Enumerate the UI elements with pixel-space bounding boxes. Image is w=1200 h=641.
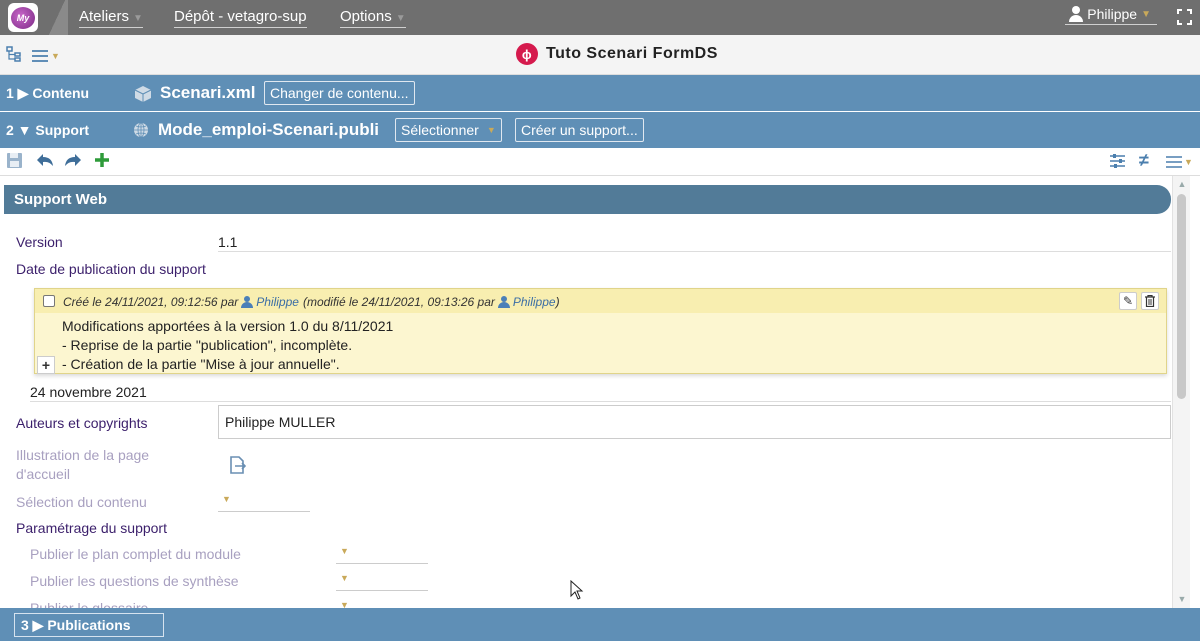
- comment-box: Créé le 24/11/2021, 09:12:56 par Philipp…: [34, 288, 1167, 374]
- content-scrollbar[interactable]: ▲ ▼: [1172, 176, 1190, 608]
- modified-by[interactable]: Philippe: [513, 295, 556, 309]
- modified-text: (modifié le 24/11/2021, 09:13:26 par: [302, 295, 495, 309]
- created-by[interactable]: Philippe: [256, 295, 299, 309]
- date-value[interactable]: 24 novembre 2021: [30, 384, 147, 400]
- section-header: Support Web: [4, 185, 1171, 214]
- page-title-text: Tuto Scenari FormDS: [546, 45, 718, 62]
- page-title: ϕ Tuto Scenari FormDS: [516, 43, 718, 65]
- illustration-label: Illustration de la page d'accueil: [16, 447, 150, 482]
- tree-view-icon[interactable]: [6, 46, 22, 65]
- top-bar: My Ateliers ▼ Dépôt - vetagro-sup Options…: [0, 0, 1200, 35]
- mouse-cursor-icon: [570, 580, 584, 600]
- menu-ateliers[interactable]: Ateliers ▼: [79, 8, 143, 28]
- change-content-button[interactable]: Changer de contenu...: [264, 81, 415, 105]
- edit-icon[interactable]: ✎: [1119, 292, 1137, 310]
- user-menu[interactable]: Philippe ▼: [1065, 6, 1157, 25]
- step-contenu: 1 ▶ Contenu Scenari.xml Changer de conte…: [0, 75, 1200, 111]
- comment-line: - Reprise de la partie "publication", in…: [62, 337, 353, 353]
- filter-icon[interactable]: [1110, 152, 1125, 172]
- chevron-down-icon: ▼: [486, 125, 496, 135]
- trash-icon[interactable]: [1141, 292, 1159, 310]
- chevron-down-icon: ▼: [222, 494, 231, 504]
- comment-line: Modifications apportées à la version 1.0…: [62, 318, 394, 334]
- authors-value: Philippe MULLER: [225, 414, 336, 430]
- modified-suffix: ): [555, 295, 560, 309]
- chevron-down-icon: ▼: [1141, 8, 1151, 20]
- contenu-item: Scenari.xml: [160, 83, 256, 102]
- import-file-icon[interactable]: [228, 456, 247, 477]
- step-contenu-toggle[interactable]: 1 ▶ Contenu: [6, 85, 89, 102]
- comment-meta: Créé le 24/11/2021, 09:12:56 par Philipp…: [63, 295, 560, 309]
- cube-icon: [134, 85, 152, 102]
- select-support-label: Sélectionner: [401, 122, 479, 138]
- divider: [30, 401, 1171, 402]
- user-icon: [1069, 6, 1084, 22]
- param-dropdown[interactable]: ▼: [336, 600, 428, 608]
- scenari-phi-icon: ϕ: [516, 43, 538, 65]
- select-support-dropdown[interactable]: Sélectionner ▼: [395, 118, 502, 142]
- params-label: Paramétrage du support: [16, 520, 167, 536]
- save-icon[interactable]: [6, 152, 23, 173]
- param-label: Publier le glossaire: [30, 600, 149, 608]
- chevron-down-icon: ▼: [395, 13, 406, 24]
- title-bar: ▼ ϕ Tuto Scenari FormDS: [0, 35, 1200, 75]
- selection-dropdown[interactable]: ▼: [218, 494, 310, 512]
- comment-checkbox[interactable]: [43, 295, 55, 307]
- not-equal-icon[interactable]: ≠: [1139, 150, 1149, 170]
- scroll-up-icon[interactable]: ▲: [1176, 179, 1188, 191]
- chevron-down-icon: ▼: [340, 546, 349, 556]
- menu-icon[interactable]: ▼: [32, 49, 60, 62]
- step-support-toggle[interactable]: 2 ▼ Support: [6, 122, 89, 138]
- date-label: Date de publication du support: [16, 261, 206, 277]
- version-label: Version: [16, 234, 63, 250]
- menu-depot[interactable]: Dépôt - vetagro-sup: [174, 8, 307, 28]
- chevron-down-icon: ▼: [340, 600, 349, 608]
- param-dropdown[interactable]: ▼: [336, 573, 428, 591]
- globe-icon: [133, 122, 149, 138]
- chevron-down-icon: ▼: [133, 13, 143, 24]
- support-form: Support Web Version 1.1 Date de publicat…: [0, 176, 1172, 608]
- menu-icon[interactable]: ▼: [1166, 152, 1193, 172]
- user-name: Philippe: [1087, 6, 1138, 22]
- logo-badge: My: [11, 6, 35, 29]
- divider: [218, 251, 1171, 252]
- version-value[interactable]: 1.1: [218, 234, 237, 250]
- add-icon[interactable]: [94, 152, 110, 172]
- fullscreen-icon[interactable]: [1177, 9, 1192, 25]
- authors-field[interactable]: Philippe MULLER: [218, 405, 1171, 439]
- menu-options-label: Options: [340, 8, 392, 25]
- param-dropdown[interactable]: ▼: [336, 546, 428, 564]
- redo-icon[interactable]: [64, 152, 82, 172]
- user-icon: [497, 296, 510, 308]
- menu-ateliers-label: Ateliers: [79, 8, 130, 25]
- topbar-divider: [46, 0, 68, 35]
- create-support-button[interactable]: Créer un support...: [515, 118, 644, 142]
- add-comment-button[interactable]: +: [37, 356, 55, 374]
- support-item: Mode_emploi-Scenari.publi: [158, 120, 380, 139]
- authors-label: Auteurs et copyrights: [16, 415, 148, 431]
- menu-options[interactable]: Options ▼: [340, 8, 406, 28]
- param-label: Publier les questions de synthèse: [30, 573, 239, 589]
- selection-label: Sélection du contenu: [16, 494, 147, 510]
- step-publications: 3 ▶ Publications: [0, 608, 1200, 641]
- right-margin: [1190, 176, 1200, 608]
- my-logo[interactable]: My: [8, 3, 38, 32]
- publications-toggle[interactable]: 3 ▶ Publications: [14, 613, 164, 637]
- menu-depot-label: Dépôt - vetagro-sup: [174, 8, 307, 25]
- scroll-thumb[interactable]: [1177, 194, 1186, 399]
- editor-toolbar: ≠ ▼: [0, 149, 1200, 176]
- step-support: 2 ▼ Support Mode_emploi-Scenari.publi Sé…: [0, 112, 1200, 148]
- comment-line: - Création de la partie "Mise à jour ann…: [62, 356, 340, 372]
- scroll-down-icon[interactable]: ▼: [1176, 594, 1188, 606]
- undo-icon[interactable]: [36, 152, 54, 172]
- created-text: Créé le 24/11/2021, 09:12:56 par: [63, 295, 239, 309]
- chevron-down-icon: ▼: [340, 573, 349, 583]
- user-icon: [241, 296, 254, 308]
- param-label: Publier le plan complet du module: [30, 546, 241, 562]
